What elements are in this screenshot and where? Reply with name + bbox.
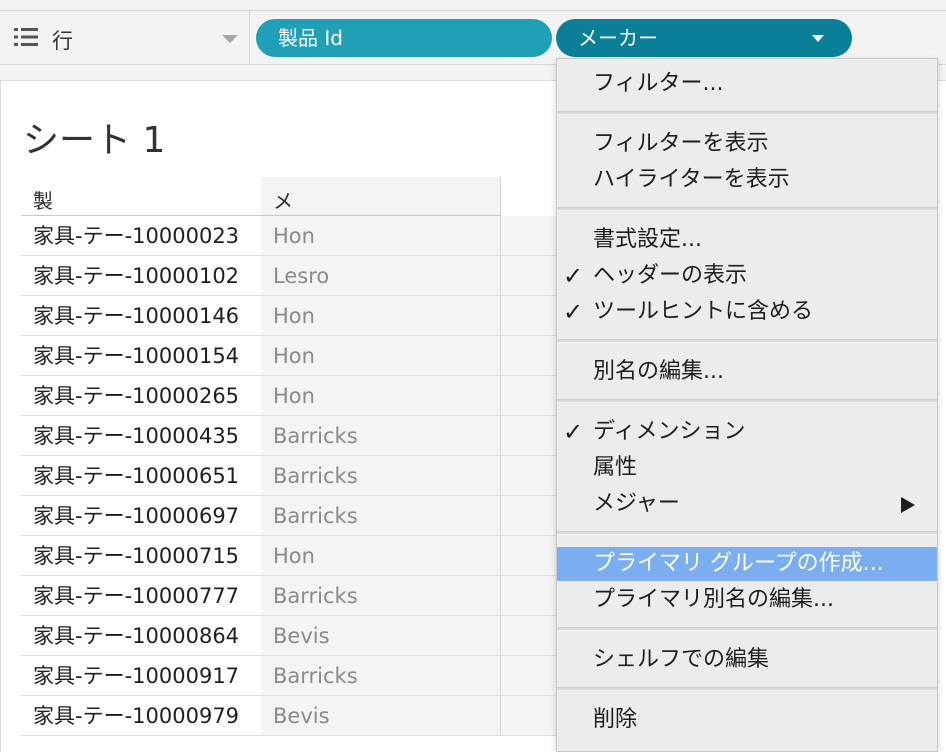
- menu-separator: [557, 339, 937, 343]
- menu-item[interactable]: プライマリ別名の編集...: [557, 583, 937, 617]
- menu-separator: [557, 399, 937, 403]
- menu-item-label: シェルフでの編集: [593, 647, 770, 672]
- check-icon: ✓: [563, 298, 584, 326]
- table-row[interactable]: 家具-テー-10000651 Barricks: [21, 456, 621, 496]
- menu-separator: [557, 111, 937, 115]
- menu-item[interactable]: フィルターを表示: [557, 127, 937, 161]
- menu-item-label: 削除: [593, 707, 638, 732]
- cell-maker[interactable]: Hon: [261, 376, 501, 416]
- menu-item-label: ディメンション: [593, 419, 746, 444]
- menu-item-label: メジャー: [593, 491, 680, 516]
- table-row[interactable]: 家具-テー-10000697 Barricks: [21, 496, 621, 536]
- menu-item[interactable]: ✓ ツールヒントに含める: [557, 295, 937, 329]
- menu-item[interactable]: ✓ ディメンション: [557, 415, 937, 449]
- menu-item-label: プライマリ グループの作成...: [593, 551, 884, 576]
- table-row[interactable]: 家具-テー-10000146 Hon: [21, 296, 621, 336]
- cell-maker[interactable]: Barricks: [261, 496, 501, 536]
- table-row[interactable]: 家具-テー-10000777 Barricks: [21, 576, 621, 616]
- cell-maker[interactable]: Hon: [261, 296, 501, 336]
- menu-separator: [557, 687, 937, 691]
- menu-item-label: 書式設定...: [593, 227, 702, 252]
- rows-shelf-label[interactable]: 行: [0, 11, 250, 64]
- menu-separator: [557, 207, 937, 211]
- menu-item[interactable]: フィルター...: [557, 67, 937, 101]
- cell-product-id[interactable]: 家具-テー-10000435: [21, 416, 261, 456]
- table-row[interactable]: 家具-テー-10000023 Hon: [21, 216, 621, 256]
- list-icon: [14, 28, 38, 46]
- header-cell-maker-bg: [261, 177, 501, 215]
- table-row[interactable]: 家具-テー-10000154 Hon: [21, 336, 621, 376]
- chevron-down-icon[interactable]: [222, 35, 238, 43]
- cell-maker[interactable]: Lesro: [261, 256, 501, 296]
- cell-maker[interactable]: Barricks: [261, 656, 501, 696]
- table-row[interactable]: 家具-テー-10000917 Barricks: [21, 656, 621, 696]
- menu-item-label: プライマリ別名の編集...: [593, 587, 834, 612]
- cell-product-id[interactable]: 家具-テー-10000917: [21, 656, 261, 696]
- menu-item[interactable]: シェルフでの編集: [557, 643, 937, 677]
- cell-product-id[interactable]: 家具-テー-10000023: [21, 216, 261, 256]
- cell-product-id[interactable]: 家具-テー-10000102: [21, 256, 261, 296]
- pill-label: 製品 Id: [278, 26, 343, 50]
- table-row[interactable]: 家具-テー-10000864 Bevis: [21, 616, 621, 656]
- pill-context-menu: フィルター... フィルターを表示 ハイライターを表示 書式設定... ✓ ヘッダーの表示…: [556, 58, 938, 752]
- menu-item-label: 属性: [593, 455, 638, 480]
- table-row[interactable]: 家具-テー-10000435 Barricks: [21, 416, 621, 456]
- menu-item-label: 別名の編集...: [593, 359, 724, 384]
- menu-item[interactable]: 削除: [557, 703, 937, 737]
- caret-down-icon[interactable]: [812, 35, 824, 42]
- cell-product-id[interactable]: 家具-テー-10000697: [21, 496, 261, 536]
- menu-item-label: ツールヒントに含める: [593, 299, 814, 324]
- cell-maker[interactable]: Bevis: [261, 616, 501, 656]
- cell-product-id[interactable]: 家具-テー-10000265: [21, 376, 261, 416]
- pill-product-id[interactable]: 製品 Id: [256, 19, 552, 57]
- cell-maker[interactable]: Barricks: [261, 576, 501, 616]
- submenu-arrow-icon: [901, 497, 915, 513]
- cell-maker[interactable]: Hon: [261, 336, 501, 376]
- cell-product-id[interactable]: 家具-テー-10000154: [21, 336, 261, 376]
- pill-maker[interactable]: メーカー: [556, 19, 852, 57]
- cell-product-id[interactable]: 家具-テー-10000777: [21, 576, 261, 616]
- cell-maker[interactable]: Hon: [261, 216, 501, 256]
- cell-maker[interactable]: Bevis: [261, 696, 501, 736]
- cell-maker[interactable]: Barricks: [261, 456, 501, 496]
- menu-item-label: ヘッダーの表示: [593, 263, 748, 288]
- cell-product-id[interactable]: 家具-テー-10000979: [21, 696, 261, 736]
- table-row[interactable]: 家具-テー-10000265 Hon: [21, 376, 621, 416]
- rows-shelf-title: 行: [52, 29, 73, 53]
- menu-item[interactable]: 別名の編集...: [557, 355, 937, 389]
- menu-item-label: フィルターを表示: [593, 131, 769, 156]
- cell-product-id[interactable]: 家具-テー-10000146: [21, 296, 261, 336]
- cell-maker[interactable]: Hon: [261, 536, 501, 576]
- menu-item[interactable]: 書式設定...: [557, 223, 937, 257]
- menu-item-label: ハイライターを表示: [593, 167, 790, 192]
- table-row[interactable]: 家具-テー-10000102 Lesro: [21, 256, 621, 296]
- menu-item[interactable]: プライマリ グループの作成...: [557, 547, 937, 581]
- menu-item[interactable]: 属性: [557, 451, 937, 485]
- menu-item-label: フィルター...: [593, 71, 724, 96]
- check-icon: ✓: [563, 418, 584, 446]
- cell-product-id[interactable]: 家具-テー-10000651: [21, 456, 261, 496]
- menu-separator: [557, 531, 937, 535]
- cell-maker[interactable]: Barricks: [261, 416, 501, 456]
- check-icon: ✓: [563, 262, 584, 290]
- menu-separator: [557, 627, 937, 631]
- pill-label: メーカー: [578, 26, 658, 50]
- sheet-title[interactable]: シート 1: [23, 111, 165, 163]
- cell-product-id[interactable]: 家具-テー-10000715: [21, 536, 261, 576]
- menu-item[interactable]: メジャー: [557, 487, 937, 521]
- table-row[interactable]: 家具-テー-10000715 Hon: [21, 536, 621, 576]
- table-row[interactable]: 家具-テー-10000979 Bevis: [21, 696, 621, 736]
- cell-product-id[interactable]: 家具-テー-10000864: [21, 616, 261, 656]
- menu-item[interactable]: ✓ ヘッダーの表示: [557, 259, 937, 293]
- menu-item[interactable]: ハイライターを表示: [557, 163, 937, 197]
